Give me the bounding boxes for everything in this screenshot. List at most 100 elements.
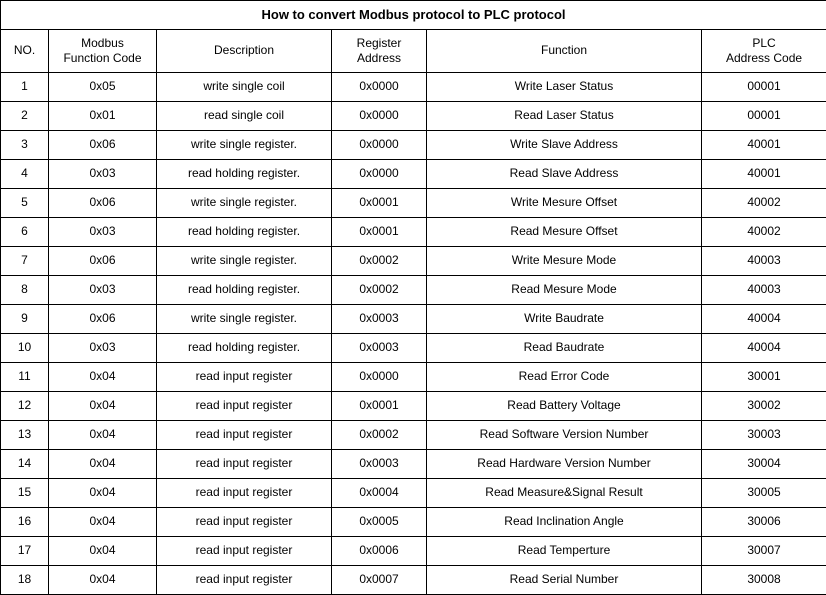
cell-desc: read holding register. xyxy=(157,333,332,362)
cell-reg: 0x0002 xyxy=(332,420,427,449)
cell-no: 2 xyxy=(1,101,49,130)
cell-no: 9 xyxy=(1,304,49,333)
cell-func: Write Laser Status xyxy=(427,72,702,101)
cell-func: Read Error Code xyxy=(427,362,702,391)
cell-modbus: 0x06 xyxy=(49,188,157,217)
cell-reg: 0x0000 xyxy=(332,362,427,391)
cell-modbus: 0x03 xyxy=(49,333,157,362)
table-row: 140x04read input register0x0003Read Hard… xyxy=(1,449,826,478)
cell-no: 15 xyxy=(1,478,49,507)
cell-func: Write Slave Address xyxy=(427,130,702,159)
cell-reg: 0x0007 xyxy=(332,565,427,594)
cell-func: Read Hardware Version Number xyxy=(427,449,702,478)
cell-modbus: 0x04 xyxy=(49,565,157,594)
cell-reg: 0x0003 xyxy=(332,449,427,478)
cell-func: Read Serial Number xyxy=(427,565,702,594)
cell-func: Read Software Version Number xyxy=(427,420,702,449)
cell-desc: read input register xyxy=(157,507,332,536)
cell-reg: 0x0002 xyxy=(332,246,427,275)
cell-modbus: 0x03 xyxy=(49,275,157,304)
cell-plc: 30001 xyxy=(702,362,826,391)
cell-desc: write single register. xyxy=(157,188,332,217)
table-row: 50x06write single register.0x0001Write M… xyxy=(1,188,826,217)
table-header-row: NO. ModbusFunction Code Description Regi… xyxy=(1,29,826,72)
cell-modbus: 0x03 xyxy=(49,217,157,246)
cell-plc: 30006 xyxy=(702,507,826,536)
cell-plc: 30005 xyxy=(702,478,826,507)
cell-modbus: 0x04 xyxy=(49,478,157,507)
cell-plc: 30008 xyxy=(702,565,826,594)
cell-plc: 40002 xyxy=(702,188,826,217)
header-register-address: RegisterAddress xyxy=(332,29,427,72)
cell-func: Read Laser Status xyxy=(427,101,702,130)
table-row: 90x06write single register.0x0003Write B… xyxy=(1,304,826,333)
cell-plc: 40003 xyxy=(702,246,826,275)
cell-modbus: 0x04 xyxy=(49,362,157,391)
cell-no: 16 xyxy=(1,507,49,536)
cell-modbus: 0x04 xyxy=(49,449,157,478)
cell-reg: 0x0002 xyxy=(332,275,427,304)
cell-desc: read input register xyxy=(157,449,332,478)
cell-no: 11 xyxy=(1,362,49,391)
cell-plc: 40002 xyxy=(702,217,826,246)
table-row: 110x04read input register0x0000Read Erro… xyxy=(1,362,826,391)
cell-desc: read holding register. xyxy=(157,217,332,246)
cell-no: 17 xyxy=(1,536,49,565)
cell-modbus: 0x04 xyxy=(49,420,157,449)
cell-no: 13 xyxy=(1,420,49,449)
table-row: 180x04read input register0x0007Read Seri… xyxy=(1,565,826,594)
cell-plc: 30002 xyxy=(702,391,826,420)
cell-func: Read Mesure Offset xyxy=(427,217,702,246)
cell-desc: write single register. xyxy=(157,130,332,159)
cell-plc: 40003 xyxy=(702,275,826,304)
cell-func: Read Inclination Angle xyxy=(427,507,702,536)
cell-func: Write Mesure Offset xyxy=(427,188,702,217)
cell-func: Write Baudrate xyxy=(427,304,702,333)
header-modbus-code: ModbusFunction Code xyxy=(49,29,157,72)
cell-reg: 0x0006 xyxy=(332,536,427,565)
cell-func: Read Mesure Mode xyxy=(427,275,702,304)
cell-modbus: 0x03 xyxy=(49,159,157,188)
cell-desc: read holding register. xyxy=(157,159,332,188)
cell-no: 3 xyxy=(1,130,49,159)
cell-desc: write single register. xyxy=(157,246,332,275)
cell-reg: 0x0000 xyxy=(332,72,427,101)
cell-plc: 00001 xyxy=(702,72,826,101)
table-row: 30x06write single register.0x0000Write S… xyxy=(1,130,826,159)
cell-reg: 0x0003 xyxy=(332,304,427,333)
cell-reg: 0x0001 xyxy=(332,188,427,217)
cell-func: Read Temperture xyxy=(427,536,702,565)
cell-func: Read Battery Voltage xyxy=(427,391,702,420)
table-row: 70x06write single register.0x0002Write M… xyxy=(1,246,826,275)
cell-func: Write Mesure Mode xyxy=(427,246,702,275)
cell-reg: 0x0000 xyxy=(332,130,427,159)
cell-func: Read Measure&Signal Result xyxy=(427,478,702,507)
table-row: 20x01read single coil0x0000Read Laser St… xyxy=(1,101,826,130)
cell-reg: 0x0001 xyxy=(332,391,427,420)
cell-reg: 0x0005 xyxy=(332,507,427,536)
cell-no: 18 xyxy=(1,565,49,594)
cell-plc: 40004 xyxy=(702,304,826,333)
header-function: Function xyxy=(427,29,702,72)
cell-desc: write single coil xyxy=(157,72,332,101)
cell-no: 1 xyxy=(1,72,49,101)
cell-reg: 0x0003 xyxy=(332,333,427,362)
cell-desc: read single coil xyxy=(157,101,332,130)
cell-no: 7 xyxy=(1,246,49,275)
cell-modbus: 0x04 xyxy=(49,391,157,420)
cell-modbus: 0x06 xyxy=(49,130,157,159)
cell-desc: read input register xyxy=(157,565,332,594)
cell-plc: 30003 xyxy=(702,420,826,449)
cell-no: 6 xyxy=(1,217,49,246)
cell-modbus: 0x04 xyxy=(49,507,157,536)
table-row: 160x04read input register0x0005Read Incl… xyxy=(1,507,826,536)
cell-reg: 0x0000 xyxy=(332,101,427,130)
table-row: 170x04read input register0x0006Read Temp… xyxy=(1,536,826,565)
table-row: 80x03read holding register.0x0002Read Me… xyxy=(1,275,826,304)
cell-modbus: 0x05 xyxy=(49,72,157,101)
cell-modbus: 0x06 xyxy=(49,304,157,333)
cell-plc: 30004 xyxy=(702,449,826,478)
cell-plc: 40001 xyxy=(702,130,826,159)
cell-reg: 0x0000 xyxy=(332,159,427,188)
cell-func: Read Slave Address xyxy=(427,159,702,188)
